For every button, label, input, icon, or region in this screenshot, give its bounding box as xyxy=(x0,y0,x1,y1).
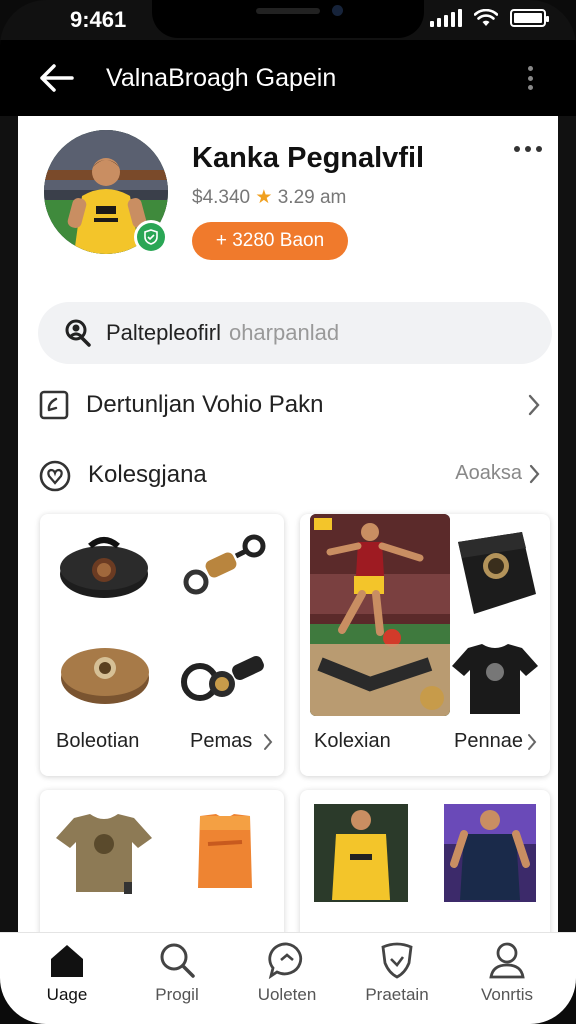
player-navy-kit-image xyxy=(444,804,536,902)
section-title: Kolesgjana xyxy=(88,461,207,488)
heart-icon xyxy=(39,460,71,492)
nav-item-protect[interactable]: Praetain xyxy=(342,941,452,1005)
back-button[interactable] xyxy=(36,58,76,98)
nav-label: Uoleten xyxy=(257,985,317,1004)
more-vertical-icon[interactable] xyxy=(524,66,536,90)
section-action[interactable]: Aoaksa xyxy=(455,462,542,485)
profile-name: Kanka Pegnalvfil xyxy=(192,142,425,174)
signal-icon xyxy=(430,9,462,27)
follow-button[interactable]: + 3280 Baon xyxy=(192,222,348,260)
chevron-right-icon xyxy=(528,394,540,416)
card-caption-right: Pemas xyxy=(190,730,253,752)
profile-time: 3.29 am xyxy=(277,187,347,208)
nav-label: Praetain xyxy=(365,985,429,1004)
edit-square-icon xyxy=(39,390,69,420)
player-yellow-kit-image xyxy=(314,804,408,902)
item-orange-jersey-image xyxy=(198,814,252,888)
bottom-nav: Uage Progil Uoleten Praetain Vonrtis xyxy=(0,932,576,1024)
nav-label: Vonrtis xyxy=(481,985,533,1004)
collection-card-shirts[interactable] xyxy=(40,790,284,932)
card-caption-left: Kolexian xyxy=(314,730,391,752)
search-person-icon xyxy=(65,319,91,347)
arrow-left-icon xyxy=(40,64,74,92)
item-lock-image xyxy=(181,655,264,701)
search-value: Paltepleofirl xyxy=(106,320,221,345)
phone-frame: 9:461 ValnaBroagh Gapein Kanka Pegnalvfi… xyxy=(0,0,576,1024)
follow-label: + 3280 Baon xyxy=(215,230,325,251)
nav-label: Progil xyxy=(155,985,199,1004)
chevron-right-icon xyxy=(528,734,537,750)
profile-count: $4.340 xyxy=(192,187,251,208)
item-tan-shirt-image xyxy=(56,814,152,894)
item-black-shirt-image xyxy=(452,644,538,714)
item-badge-bag-image xyxy=(458,532,536,614)
search-icon xyxy=(160,943,195,978)
collection-card-accessories[interactable]: Boleotian Pemas xyxy=(40,514,284,776)
star-icon: ★ xyxy=(255,187,273,208)
app-title: ValnaBroagh Gapein xyxy=(106,64,337,92)
menu-row-label: Dertunljan Vohio Pakn xyxy=(86,391,324,418)
card-caption-left: Boleotian xyxy=(56,730,140,752)
card-caption-right: Pennae xyxy=(454,730,523,752)
item-pouch-image xyxy=(60,537,148,598)
item-wallet-image xyxy=(61,648,149,704)
chat-icon xyxy=(268,942,303,979)
status-bar: 9:461 xyxy=(0,0,576,40)
profile-meta: $4.340 ★ 3.29 am xyxy=(192,186,346,209)
nav-item-chat[interactable]: Uoleten xyxy=(232,941,342,1005)
nav-label: Uage xyxy=(46,985,88,1004)
shield-check-icon xyxy=(144,229,158,245)
user-icon xyxy=(489,942,525,979)
wifi-icon xyxy=(474,9,498,26)
menu-row[interactable]: Dertunljan Vohio Pakn xyxy=(38,380,542,430)
status-icons xyxy=(430,9,549,27)
more-horizontal-icon[interactable] xyxy=(514,146,542,152)
chevron-right-icon xyxy=(529,464,540,483)
main-content: Kanka Pegnalvfil $4.340 ★ 3.29 am + 3280… xyxy=(18,116,558,932)
chevron-right-icon xyxy=(264,734,273,750)
status-time: 9:461 xyxy=(70,7,127,32)
home-icon xyxy=(51,945,83,977)
section-header: Kolesgjana Aoaksa xyxy=(38,450,542,500)
item-keychain-image xyxy=(183,534,266,595)
nav-item-profile[interactable]: Vonrtis xyxy=(452,941,562,1005)
player-action-photo xyxy=(310,514,450,716)
app-bar: ValnaBroagh Gapein xyxy=(0,40,576,116)
nav-item-home[interactable]: Uage xyxy=(12,941,122,1005)
collection-card-players[interactable] xyxy=(300,790,550,932)
search-placeholder: oharpanlad xyxy=(228,320,340,345)
collection-card-kits[interactable]: Kolexian Pennae xyxy=(300,514,550,776)
search-input[interactable]: Paltepleofirl oharpanlad xyxy=(38,302,552,364)
verified-badge xyxy=(134,220,168,254)
section-action-label: Aoaksa xyxy=(455,462,522,484)
nav-item-search[interactable]: Progil xyxy=(122,941,232,1005)
shield-icon xyxy=(381,942,413,979)
battery-icon xyxy=(510,9,549,27)
